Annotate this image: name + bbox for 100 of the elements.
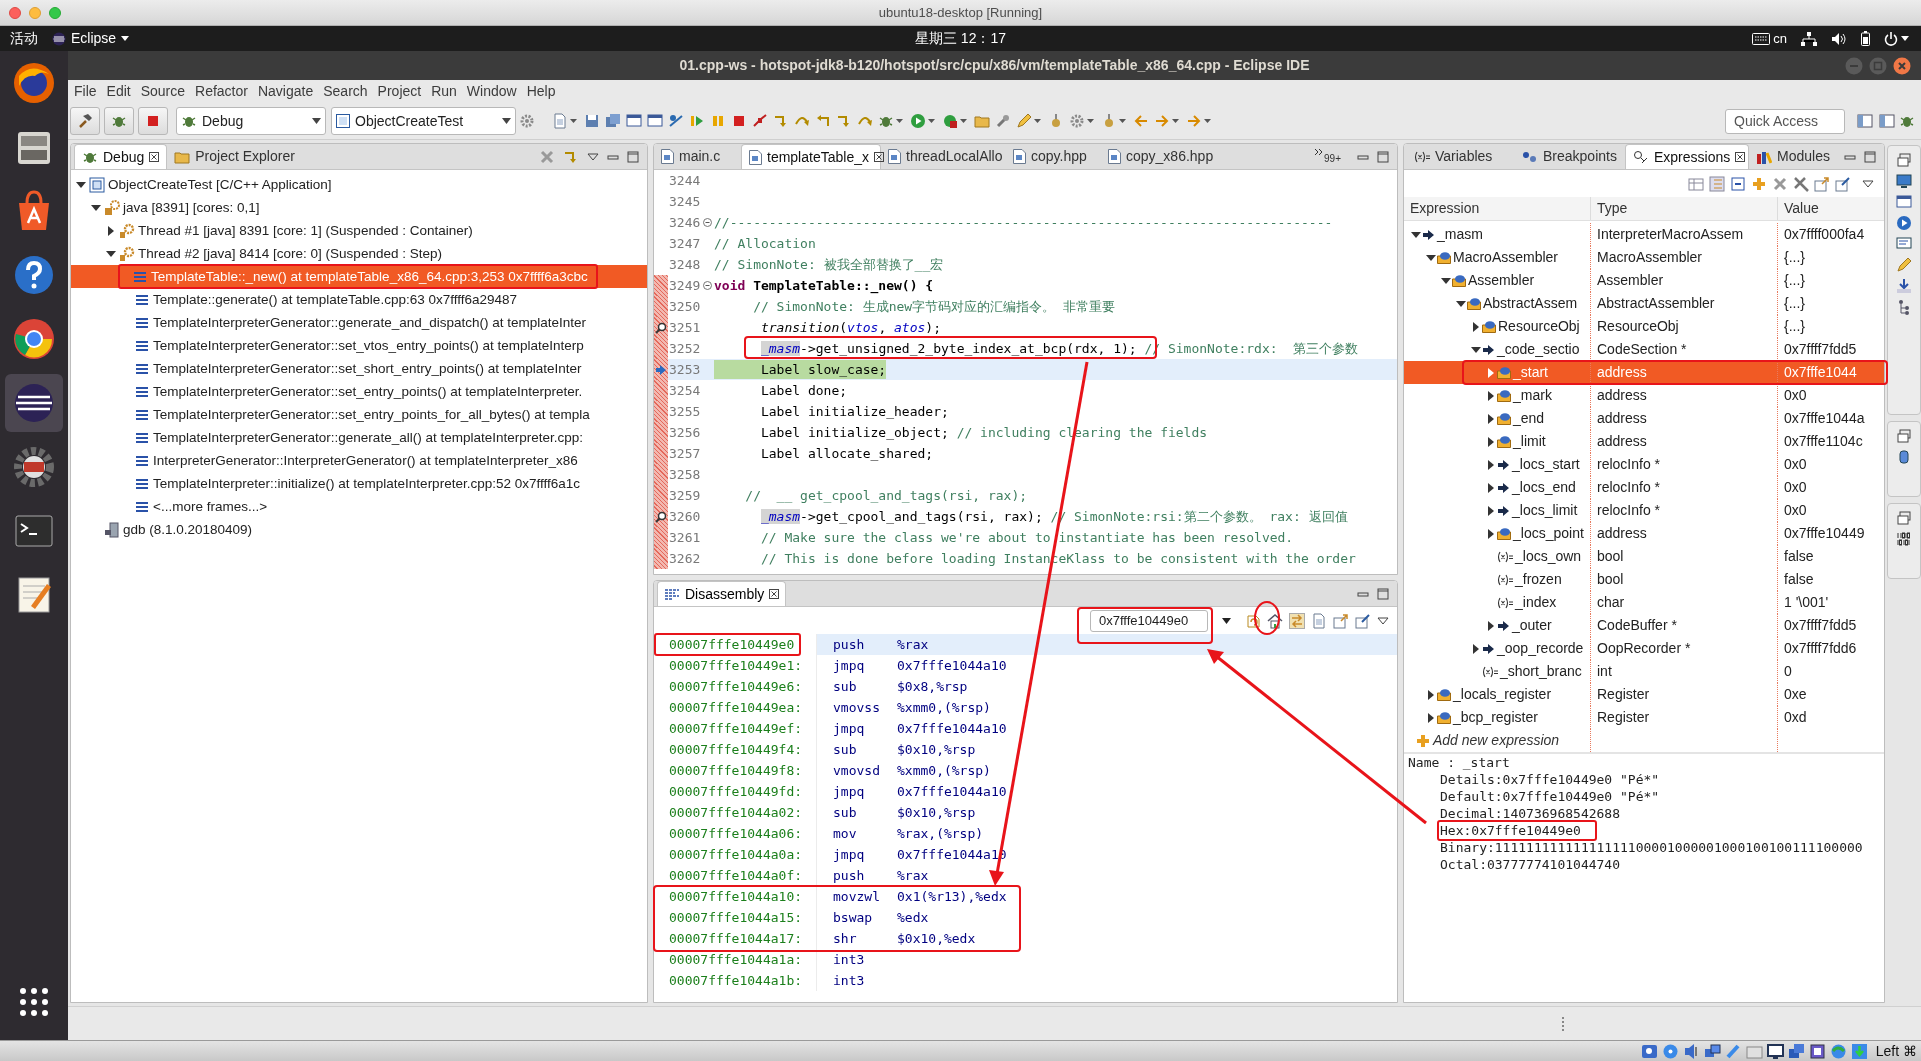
caret-down-icon[interactable]	[1034, 119, 1041, 123]
browser-icon[interactable]	[11, 60, 57, 106]
column-header[interactable]: Type	[1591, 197, 1778, 220]
table-row[interactable]: AbstractAssem AbstractAssembler {...}	[1404, 292, 1884, 315]
table-row[interactable]: _index char 1 '\001'	[1404, 591, 1884, 614]
instruction-row[interactable]: movzwl 0x1(%r13),%edx	[816, 886, 1397, 907]
tree-row[interactable]: Thread #1 [java] 8391 [core: 1] (Suspended : Container)	[71, 219, 647, 242]
tab[interactable]: threadLocalAllo	[881, 144, 1006, 169]
display-icon[interactable]	[1766, 1042, 1784, 1060]
wrench-icon[interactable]	[994, 113, 1011, 129]
tab[interactable]: Variables	[1407, 144, 1515, 169]
tree-row[interactable]: TemplateInterpreterGenerator::set_vtos_entry_points() at templateInterp	[71, 334, 647, 357]
launch-mode-dropdown[interactable]: Debug	[176, 107, 326, 135]
instruction-row[interactable]: shr $0x10,%edx	[816, 928, 1397, 949]
tree-icon[interactable]	[1896, 299, 1912, 315]
table-row[interactable]: _short_branc int 0	[1404, 660, 1884, 683]
menu-item[interactable]: Run	[426, 81, 462, 102]
instruction-row[interactable]: jmpq 0x7fffe1044a10	[816, 718, 1397, 739]
tree-row[interactable]: TemplateInterpreterGenerator::set_short_entry_points() at templateInter	[71, 357, 647, 380]
layout-icon[interactable]	[1857, 113, 1873, 129]
clock[interactable]: 星期三 12：17	[914, 28, 1006, 49]
input-method-indicator[interactable]: cn	[1773, 28, 1787, 49]
tab[interactable]: Modules	[1749, 144, 1841, 169]
tree-row[interactable]: TemplateInterpreterGenerator::generate_all() at templateInterpreter.cpp:	[71, 426, 647, 449]
tab[interactable]: Breakpoints	[1515, 144, 1623, 169]
tab[interactable]: templateTable_x	[741, 144, 881, 169]
instruction-row[interactable]: sub $0x10,%rsp	[816, 802, 1397, 823]
download-icon[interactable]	[1850, 1042, 1868, 1060]
tree-row[interactable]: TemplateInterpreterGenerator::generate_and_dispatch() at templateInter	[71, 311, 647, 334]
maximize-icon[interactable]	[1377, 150, 1389, 163]
table-row[interactable]: _locs_limit relocInfo * 0x0	[1404, 499, 1884, 522]
tab[interactable]: copy_x86.hpp	[1101, 144, 1221, 169]
export-icon[interactable]	[1814, 175, 1830, 192]
gear-icon[interactable]	[11, 444, 57, 490]
tree-row[interactable]: ObjectCreateTest [C/C++ Application]	[71, 173, 647, 196]
binary-icon[interactable]	[1896, 531, 1912, 547]
tree-row[interactable]: Template::generate() at templateTable.cpp:63 0x7ffff6a29487	[71, 288, 647, 311]
window-icon[interactable]	[625, 113, 642, 129]
menu-item[interactable]: Edit	[101, 81, 136, 102]
table-row[interactable]: _locs_start relocInfo * 0x0	[1404, 453, 1884, 476]
activities-button[interactable]: 活动	[10, 28, 38, 49]
resume-icon[interactable]	[688, 113, 705, 129]
refresh-icon[interactable]	[1245, 612, 1261, 629]
app-menu[interactable]: Eclipse	[52, 28, 130, 49]
instruction-row[interactable]: int3	[816, 970, 1397, 991]
caret-down-icon[interactable]	[896, 119, 903, 123]
tree-row[interactable]: TemplateInterpreter::initialize() at templateInterpreter.cpp:52 0x7ffff6a1c	[71, 472, 647, 495]
instruction-row[interactable]: int3	[816, 949, 1397, 970]
network-icon[interactable]	[1703, 1042, 1721, 1060]
close-icon[interactable]	[149, 152, 160, 162]
save-icon[interactable]	[583, 113, 600, 129]
view-menu-icon[interactable]	[587, 152, 599, 161]
restore-icon[interactable]	[1896, 510, 1912, 526]
close-icon[interactable]	[1893, 56, 1911, 75]
home-icon[interactable]	[1267, 612, 1283, 629]
table-row[interactable]: _end address 0x7fffe1044a	[1404, 407, 1884, 430]
build-button[interactable]	[70, 107, 100, 135]
close-icon[interactable]	[873, 152, 884, 162]
table-row[interactable]: _locs_end relocInfo * 0x0	[1404, 476, 1884, 499]
close-button[interactable]	[9, 6, 21, 19]
export-icon[interactable]	[1333, 612, 1349, 629]
audio-icon[interactable]	[1682, 1042, 1700, 1060]
caret-down-icon[interactable]	[1119, 119, 1126, 123]
chip-icon[interactable]	[1808, 1042, 1826, 1060]
network-icon[interactable]	[1801, 31, 1817, 46]
collapse-icon[interactable]	[703, 281, 712, 290]
caret-down-icon[interactable]	[1172, 119, 1179, 123]
column-header[interactable]: Expression	[1404, 197, 1591, 220]
step-into-icon[interactable]	[835, 113, 852, 129]
window-icon[interactable]	[1896, 194, 1912, 210]
caret-down-icon[interactable]	[570, 119, 577, 123]
grip-icon[interactable]	[1561, 1015, 1565, 1032]
instruction-row[interactable]: jmpq 0x7fffe1044a10	[816, 781, 1397, 802]
caret-down-icon[interactable]	[1204, 119, 1211, 123]
instruction-row[interactable]: push %rax	[816, 634, 1397, 655]
tab[interactable]: Debug	[74, 144, 168, 169]
tab[interactable]: copy.hpp	[1006, 144, 1101, 169]
restore-icon[interactable]	[1896, 428, 1912, 444]
caret-down-icon[interactable]	[928, 119, 935, 123]
cylinder-icon[interactable]	[1896, 449, 1912, 465]
table-row[interactable]: _outer CodeBuffer * 0x7ffff7fdd5	[1404, 614, 1884, 637]
table-row[interactable]: ResourceObj ResourceObj {...}	[1404, 315, 1884, 338]
table-row[interactable]: MacroAssembler MacroAssembler {...}	[1404, 246, 1884, 269]
table-row[interactable]: _limit address 0x7fffe1104c	[1404, 430, 1884, 453]
table-row[interactable]: _bcp_register Register 0xd	[1404, 706, 1884, 729]
caret-down-icon[interactable]	[1087, 119, 1094, 123]
tab[interactable]: main.c	[654, 144, 729, 169]
caret-down-icon[interactable]	[960, 119, 967, 123]
volume-icon[interactable]	[1831, 31, 1847, 46]
tree-row[interactable]: InterpreterGenerator::InterpreterGenerator() at templateInterpreter_x86	[71, 449, 647, 472]
maximize-icon[interactable]	[627, 150, 639, 163]
menu-item[interactable]: Source	[135, 81, 191, 102]
menu-item[interactable]: File	[69, 81, 102, 102]
remove-all-icon[interactable]	[1793, 175, 1809, 192]
tree-row[interactable]: java [8391] [cores: 0,1]	[71, 196, 647, 219]
caret-down-icon[interactable]	[1222, 617, 1231, 624]
instruction-row[interactable]: sub $0x8,%rsp	[816, 676, 1397, 697]
layout-icon[interactable]	[1879, 113, 1895, 129]
power-icon[interactable]	[1884, 31, 1898, 46]
maximize-icon[interactable]	[1377, 587, 1389, 600]
